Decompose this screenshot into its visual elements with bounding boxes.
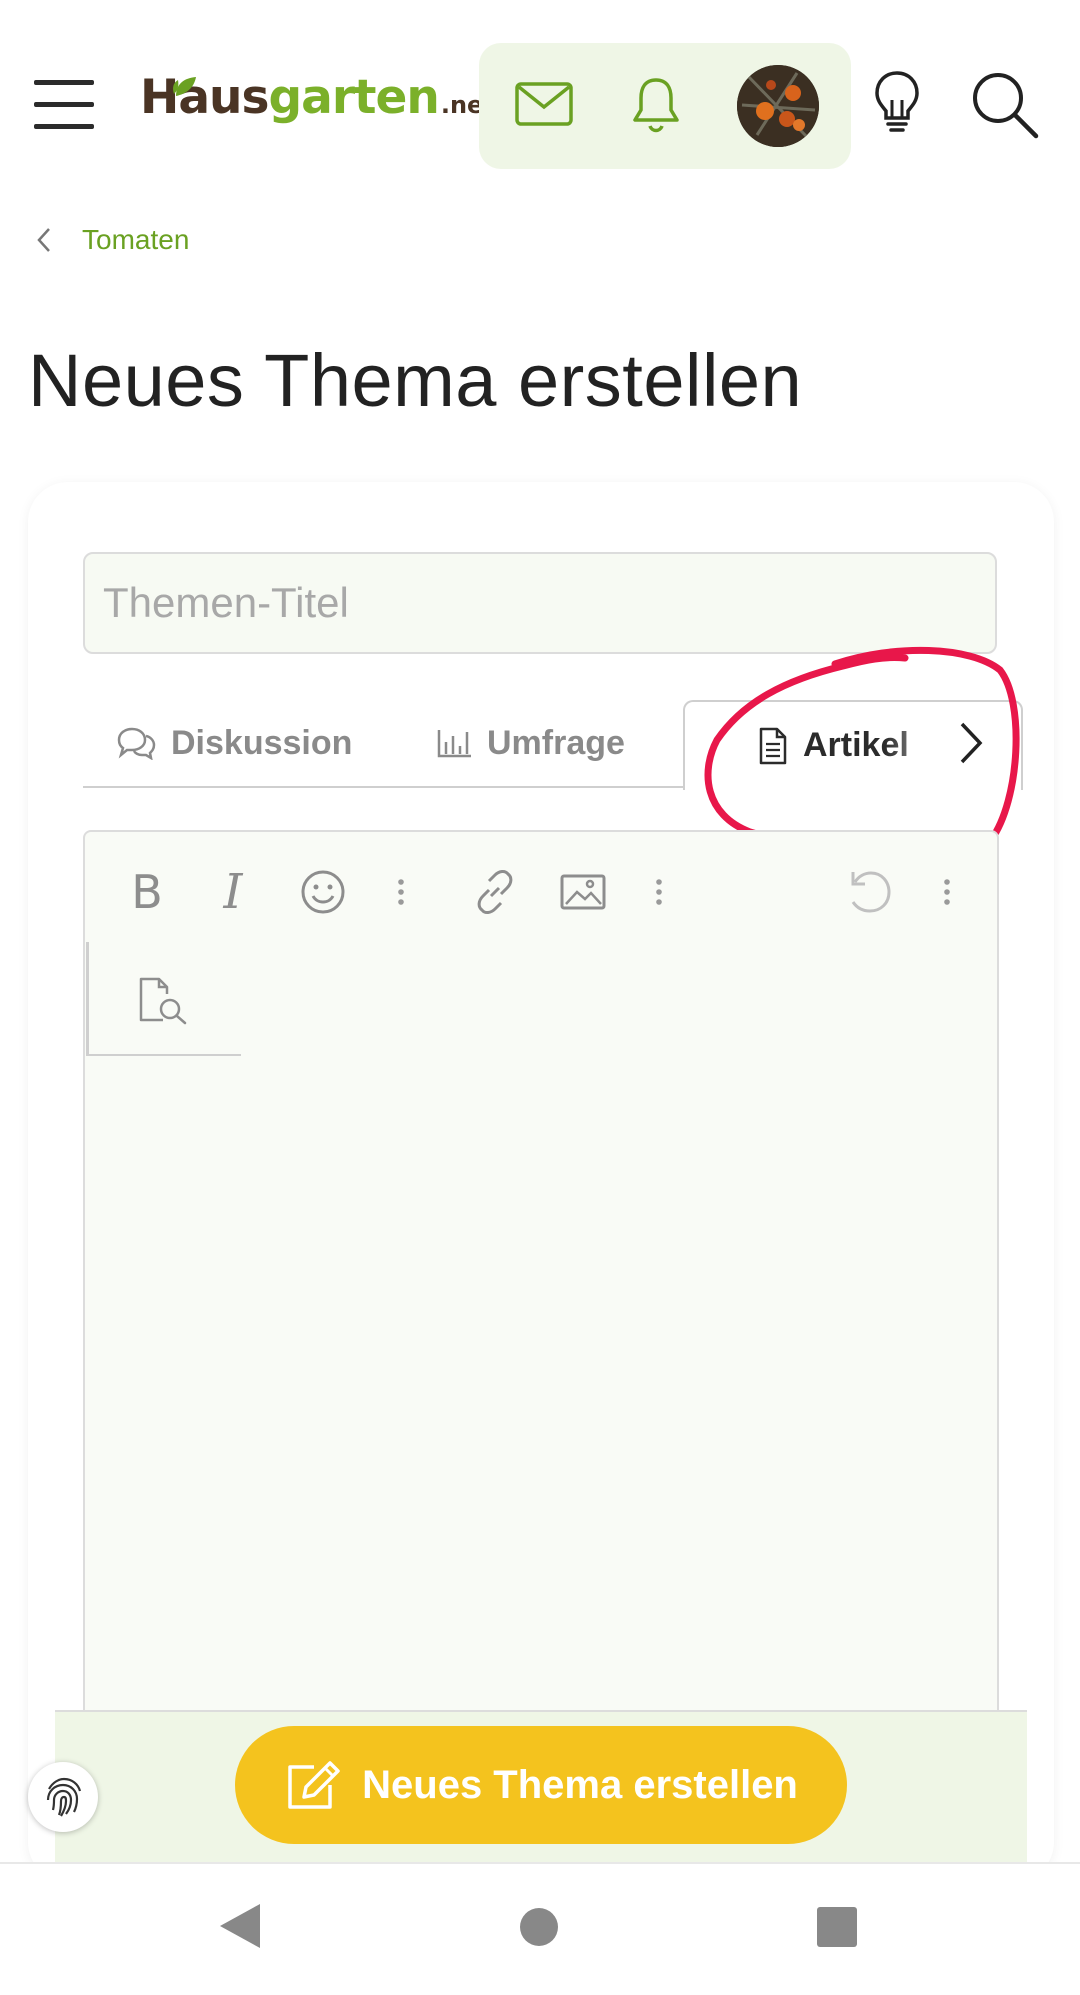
back-triangle-icon[interactable] <box>218 1902 262 1950</box>
tab-label: Umfrage <box>487 723 625 762</box>
fingerprint-icon[interactable] <box>28 1762 98 1832</box>
user-avatar[interactable] <box>737 65 819 147</box>
undo-icon[interactable] <box>841 864 897 920</box>
document-icon <box>759 727 787 765</box>
edit-pencil-icon <box>288 1761 340 1809</box>
bar-chart-icon <box>437 730 471 758</box>
create-thread-label: Neues Thema erstellen <box>362 1762 798 1807</box>
hamburger-menu-icon[interactable] <box>34 80 94 130</box>
recents-square-icon[interactable] <box>816 1906 858 1948</box>
speech-bubbles-icon <box>117 727 156 760</box>
emoji-icon[interactable] <box>295 864 351 920</box>
link-icon[interactable] <box>467 864 523 920</box>
chevron-right-icon[interactable] <box>950 718 990 768</box>
chevron-left-icon[interactable] <box>36 227 52 253</box>
more-vertical-icon[interactable] <box>631 864 687 920</box>
image-icon[interactable] <box>555 864 611 920</box>
create-thread-button[interactable]: Neues Thema erstellen <box>235 1726 847 1844</box>
tab-label: Diskussion <box>171 723 353 762</box>
rich-text-editor[interactable]: B I <box>83 830 999 1710</box>
envelope-icon[interactable] <box>515 82 573 126</box>
system-navigation-bar <box>0 1862 1080 1995</box>
more-vertical-icon[interactable] <box>919 864 975 920</box>
tab-diskussion[interactable]: Diskussion <box>115 700 352 786</box>
tab-umfrage[interactable]: Umfrage <box>437 700 625 786</box>
home-circle-icon[interactable] <box>518 1906 560 1948</box>
italic-button[interactable]: I <box>205 864 261 920</box>
breadcrumb: Tomaten <box>36 220 189 260</box>
search-icon[interactable] <box>970 70 1040 140</box>
thread-title-input[interactable] <box>83 552 997 654</box>
fingerprint-glyph <box>46 1777 82 1817</box>
bell-icon[interactable] <box>630 76 682 134</box>
editor-toolbar-row-2 <box>86 942 241 1056</box>
lightbulb-icon[interactable] <box>872 70 922 134</box>
leaf-icon <box>173 77 196 96</box>
site-header: Haus garten .net <box>0 0 1080 220</box>
bold-button[interactable]: B <box>119 864 175 920</box>
breadcrumb-link-tomaten[interactable]: Tomaten <box>82 224 189 256</box>
page-title: Neues Thema erstellen <box>28 339 803 422</box>
tabs-divider <box>83 786 683 788</box>
preview-document-search-icon[interactable] <box>137 976 193 1026</box>
avatar-tomato-photo <box>737 65 819 147</box>
more-vertical-icon[interactable] <box>373 864 429 920</box>
